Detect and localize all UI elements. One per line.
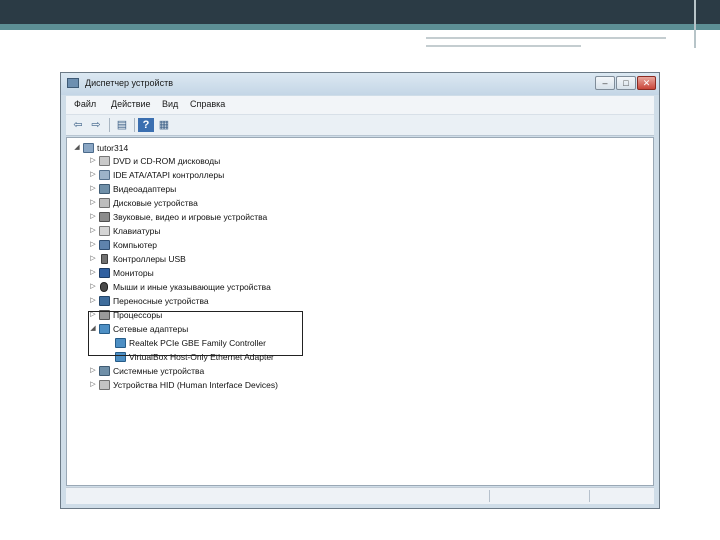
- slide-accent-stripe: [0, 24, 720, 30]
- video-adapter-icon: [99, 184, 110, 194]
- window-title: Диспетчер устройств: [85, 78, 173, 88]
- menu-action[interactable]: Действие: [111, 99, 151, 109]
- system-device-icon: [99, 366, 110, 376]
- forward-arrow-icon[interactable]: ⇨: [88, 118, 104, 132]
- computer-root-icon: [83, 143, 94, 153]
- expand-arrow-icon[interactable]: ▷: [89, 282, 97, 292]
- device-manager-window: Диспетчер устройств – □ ✕ Файл Действие …: [60, 72, 660, 509]
- toolbar-separator: [109, 118, 110, 132]
- tree-item-label: Звуковые, видео и игровые устройства: [113, 212, 268, 222]
- toolbar-separator: [134, 118, 135, 132]
- tree-item-label: Устройства HID (Human Interface Devices): [113, 380, 278, 390]
- sound-device-icon: [99, 212, 110, 222]
- network-adapters-highlight: [88, 311, 303, 356]
- help-icon[interactable]: ?: [138, 118, 154, 132]
- collapse-arrow-icon[interactable]: ◢: [73, 143, 81, 153]
- back-arrow-icon[interactable]: ⇦: [70, 118, 86, 132]
- tree-item-label: Мониторы: [113, 268, 154, 278]
- tree-root-label: tutor314: [97, 143, 129, 153]
- expand-arrow-icon[interactable]: ▷: [89, 296, 97, 306]
- expand-arrow-icon[interactable]: ▷: [89, 226, 97, 236]
- slide-decor-line: [426, 45, 581, 47]
- tree-item-label: Видеоадаптеры: [113, 184, 177, 194]
- mouse-icon: [100, 282, 108, 292]
- computer-icon: [99, 240, 110, 250]
- hid-device-icon: [99, 380, 110, 390]
- tree-item-label: Мыши и иные указывающие устройства: [113, 282, 271, 292]
- expand-arrow-icon[interactable]: ▷: [89, 380, 97, 390]
- device-manager-icon: [67, 78, 79, 88]
- usb-controller-icon: [101, 254, 108, 264]
- tree-item-label: IDE ATA/ATAPI контроллеры: [113, 170, 225, 180]
- disk-drive-icon: [99, 198, 110, 208]
- status-divider: [589, 490, 590, 502]
- menu-help[interactable]: Справка: [190, 99, 225, 109]
- menu-file[interactable]: Файл: [74, 99, 96, 109]
- expand-arrow-icon[interactable]: ▷: [89, 156, 97, 166]
- tree-item-label: Системные устройства: [113, 366, 205, 376]
- portable-device-icon: [99, 296, 110, 306]
- status-bar: [66, 487, 654, 504]
- expand-arrow-icon[interactable]: ▷: [89, 366, 97, 376]
- expand-arrow-icon[interactable]: ▷: [89, 268, 97, 278]
- expand-arrow-icon[interactable]: ▷: [89, 212, 97, 222]
- expand-arrow-icon[interactable]: ▷: [89, 170, 97, 180]
- slide-decor-line: [426, 37, 666, 39]
- title-bar[interactable]: Диспетчер устройств – □ ✕: [61, 73, 659, 95]
- view-icon[interactable]: ▦: [156, 118, 172, 132]
- tree-item-label: Компьютер: [113, 240, 157, 250]
- dvd-drive-icon: [99, 156, 110, 166]
- monitor-icon: [99, 268, 110, 278]
- menu-bar: Файл Действие Вид Справка: [66, 96, 654, 114]
- maximize-button[interactable]: □: [616, 76, 636, 90]
- toolbar: ⇦ ⇨ ▤ ? ▦: [66, 114, 654, 136]
- expand-arrow-icon[interactable]: ▷: [89, 254, 97, 264]
- slide-header-bar: [0, 0, 720, 24]
- slide-corner-decor: [694, 0, 720, 48]
- keyboard-icon: [99, 226, 110, 236]
- properties-icon[interactable]: ▤: [114, 118, 130, 132]
- expand-arrow-icon[interactable]: ▷: [89, 198, 97, 208]
- expand-arrow-icon[interactable]: ▷: [89, 240, 97, 250]
- tree-item-label: Переносные устройства: [113, 296, 209, 306]
- menu-view[interactable]: Вид: [162, 99, 178, 109]
- tree-item-label: Клавиатуры: [113, 226, 161, 236]
- tree-item-label: Дисковые устройства: [113, 198, 198, 208]
- tree-item-label: Контроллеры USB: [113, 254, 186, 264]
- tree-item-label: DVD и CD-ROM дисководы: [113, 156, 221, 166]
- ide-controller-icon: [99, 170, 110, 180]
- minimize-button[interactable]: –: [595, 76, 615, 90]
- status-divider: [489, 490, 490, 502]
- close-button[interactable]: ✕: [637, 76, 656, 90]
- expand-arrow-icon[interactable]: ▷: [89, 184, 97, 194]
